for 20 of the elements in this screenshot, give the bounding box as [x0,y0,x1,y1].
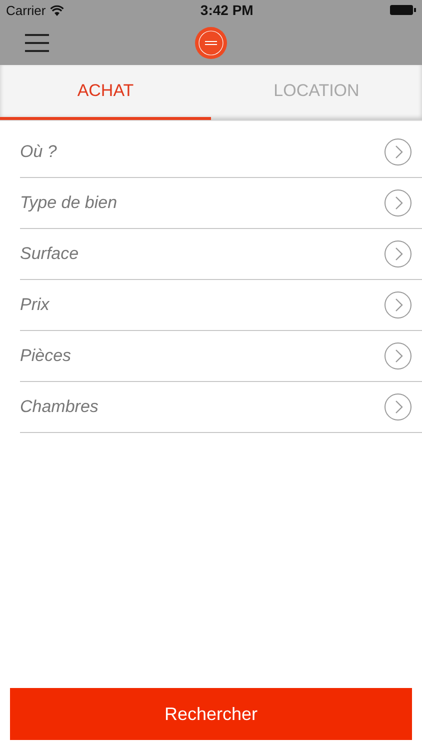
field-label[interactable]: Surface [20,244,79,264]
field-label[interactable]: Pièces [20,346,72,366]
chevron-icon[interactable] [384,393,412,421]
status-time: 3:42 PM [200,2,254,18]
carrier-label: Carrier [6,2,46,18]
chevron-icon[interactable] [384,189,412,217]
chevron-icon[interactable] [384,291,412,319]
logo-icon [194,26,228,60]
search-button[interactable]: Rechercher [10,688,412,740]
chevron-icon[interactable] [384,138,412,166]
field-label[interactable]: Type de bien [20,193,118,213]
menu-icon[interactable] [25,34,49,52]
battery-icon [390,5,416,15]
field-label[interactable]: Chambres [20,397,98,417]
field-label[interactable]: Où ? [20,142,57,162]
field-label[interactable]: Prix [20,295,50,315]
tab[interactable]: ACHAT [0,65,211,120]
chevron-icon[interactable] [384,240,412,268]
wifi-icon [50,4,64,16]
chevron-icon[interactable] [384,342,412,370]
